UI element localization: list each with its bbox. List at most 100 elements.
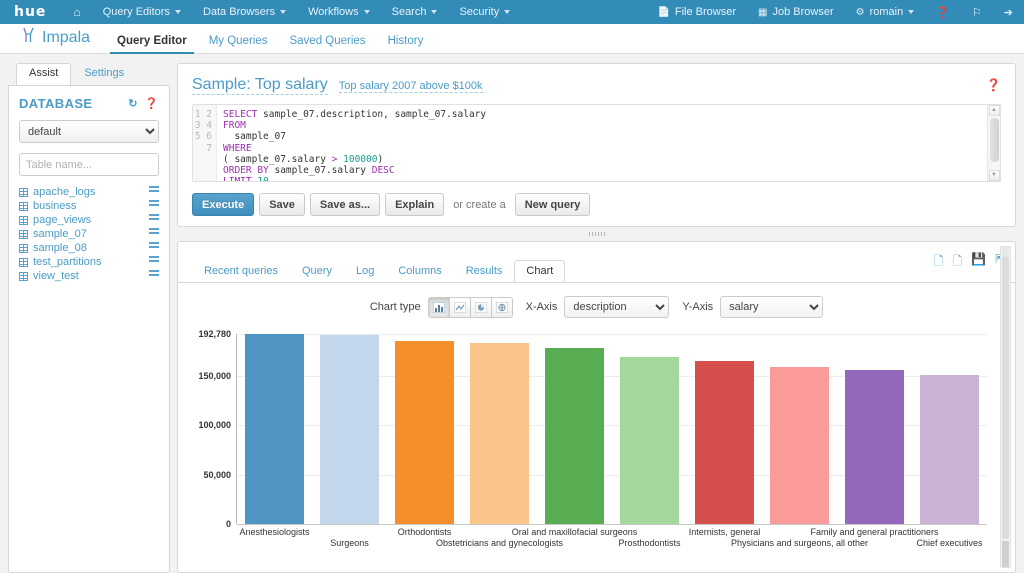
- x-axis-tick-label: Chief executives: [916, 538, 983, 548]
- map-chart-icon[interactable]: [490, 296, 513, 318]
- scroll-up-arrow[interactable]: ▲: [988, 105, 1000, 116]
- table-list: apache_logs business page_views sample_07 sa…: [19, 185, 159, 283]
- table-list-item[interactable]: page_views: [19, 213, 159, 227]
- chart-bar-group: Oral and maxillofacial surgeons: [512, 334, 637, 537]
- chart-bar-group: Internists, general: [687, 334, 762, 537]
- chart-bar[interactable]: [770, 367, 829, 524]
- chart-bar[interactable]: [845, 370, 904, 524]
- chart-bar[interactable]: [245, 334, 304, 524]
- table-filter-input[interactable]: [19, 153, 159, 176]
- y-axis-tick-label: 150,000: [198, 371, 231, 382]
- table-list-item[interactable]: sample_08: [19, 241, 159, 255]
- nav-user-menu[interactable]: ⚙ romain: [845, 0, 926, 24]
- table-list-item[interactable]: apache_logs: [19, 185, 159, 199]
- results-tab-columns[interactable]: Columns: [386, 260, 453, 283]
- nav-file-browser[interactable]: 📄 File Browser: [646, 0, 747, 24]
- tab-label: My Queries: [208, 35, 268, 47]
- save-button[interactable]: Save: [259, 193, 305, 216]
- sidebar-tab-assist[interactable]: Assist: [16, 63, 72, 85]
- query-editor-panel: Sample: Top salary Top salary 2007 above…: [177, 63, 1016, 227]
- chart-bar[interactable]: [545, 348, 604, 524]
- top-navbar: hue ⌂ Query Editors Data Browsers Workfl…: [0, 0, 1024, 24]
- new-query-button[interactable]: New query: [514, 193, 591, 216]
- chart-scrollbar[interactable]: [1000, 246, 1011, 568]
- chart-bar[interactable]: [320, 335, 379, 524]
- table-name: view_test: [33, 270, 79, 282]
- tab-history[interactable]: History: [377, 35, 435, 53]
- query-title[interactable]: Sample: Top salary: [192, 76, 328, 95]
- table-columns-icon[interactable]: [149, 200, 159, 212]
- tab-saved-queries[interactable]: Saved Queries: [278, 35, 376, 53]
- table-columns-icon[interactable]: [149, 214, 159, 226]
- chart-bar[interactable]: [920, 374, 979, 524]
- nav-flag-button[interactable]: ⚐: [961, 0, 993, 24]
- editor-scrollbar[interactable]: ▲ ▼: [987, 105, 1000, 181]
- nav-logout-button[interactable]: ➜: [993, 0, 1024, 24]
- chart-type-button-group: [427, 296, 513, 318]
- table-columns-icon[interactable]: [149, 242, 159, 254]
- table-list-item[interactable]: test_partitions: [19, 255, 159, 269]
- bar-chart-icon[interactable]: [427, 296, 450, 318]
- chart-bar[interactable]: [395, 341, 454, 524]
- execute-button[interactable]: Execute: [192, 193, 255, 216]
- sidebar-tab-settings[interactable]: Settings: [71, 63, 137, 85]
- table-columns-icon[interactable]: [149, 186, 159, 198]
- results-tab-recent-queries[interactable]: Recent queries: [192, 260, 290, 283]
- table-list-item[interactable]: view_test: [19, 269, 159, 283]
- refresh-icon[interactable]: ↻: [128, 97, 138, 110]
- pie-chart-icon[interactable]: [469, 296, 492, 318]
- scroll-down-arrow[interactable]: ▼: [988, 170, 1000, 181]
- results-tab-results[interactable]: Results: [454, 260, 515, 283]
- nav-help-button[interactable]: ❓: [925, 0, 961, 24]
- table-icon: [19, 229, 28, 239]
- tab-query-editor[interactable]: Query Editor: [106, 35, 198, 54]
- results-tab-chart[interactable]: Chart: [514, 260, 566, 284]
- nav-security[interactable]: Security: [448, 0, 521, 24]
- save-disk-icon[interactable]: 💾: [971, 252, 986, 273]
- nav-query-editors[interactable]: Query Editors: [92, 0, 192, 24]
- table-list-item[interactable]: business: [19, 199, 159, 213]
- download-file-icon[interactable]: 🗋: [952, 252, 962, 273]
- table-list-item[interactable]: sample_07: [19, 227, 159, 241]
- database-select[interactable]: default: [19, 120, 159, 143]
- tab-my-queries[interactable]: My Queries: [198, 35, 279, 53]
- save-as-button[interactable]: Save as...: [309, 193, 381, 216]
- tab-label: Settings: [84, 67, 125, 79]
- yaxis-select[interactable]: salarydescription: [720, 296, 824, 318]
- help-circle-icon[interactable]: ❓: [986, 78, 1001, 92]
- results-tabs: Recent queries Query Log Columns Results Char…: [192, 260, 566, 284]
- query-description[interactable]: Top salary 2007 above $100k: [338, 80, 483, 93]
- y-axis-tick-label: 0: [225, 519, 231, 529]
- gear-icon: ⚙: [855, 6, 865, 18]
- nav-workflows[interactable]: Workflows: [297, 0, 381, 24]
- sql-code-text[interactable]: SELECT sample_07.description, sample_07.…: [217, 105, 987, 181]
- nav-label: Search: [391, 6, 427, 18]
- nav-data-browsers[interactable]: Data Browsers: [192, 0, 297, 24]
- tab-label: Query Editor: [117, 35, 187, 47]
- table-columns-icon[interactable]: [149, 270, 159, 282]
- chart-bar[interactable]: [470, 343, 529, 524]
- chart-bar[interactable]: [695, 360, 754, 524]
- nav-label: romain: [869, 6, 904, 18]
- tab-label: Saved Queries: [289, 35, 366, 47]
- nav-job-browser[interactable]: ▦ Job Browser: [747, 0, 845, 24]
- assist-sidebar: Assist Settings DATABASE ↻ ❓ default apa…: [8, 63, 170, 573]
- table-columns-icon[interactable]: [149, 256, 159, 268]
- results-tab-query[interactable]: Query: [290, 260, 344, 283]
- hue-logo[interactable]: hue: [0, 0, 62, 24]
- scrollbar-thumb[interactable]: [989, 118, 999, 162]
- scrollbar-thumb[interactable]: [1002, 257, 1009, 539]
- explain-button[interactable]: Explain: [385, 193, 445, 216]
- table-columns-icon[interactable]: [149, 228, 159, 240]
- help-circle-icon[interactable]: ❓: [145, 97, 159, 110]
- tab-label: Assist: [29, 67, 59, 79]
- xaxis-select[interactable]: descriptionsalary: [564, 296, 670, 318]
- nav-search[interactable]: Search: [381, 0, 449, 24]
- home-button[interactable]: ⌂: [62, 0, 91, 24]
- download-file-icon[interactable]: 🗋: [934, 252, 944, 273]
- sql-code-editor[interactable]: 1 2 3 4 5 6 7 SELECT sample_07.descripti…: [192, 104, 1001, 182]
- panel-splitter[interactable]: [177, 227, 1016, 241]
- results-tab-log[interactable]: Log: [344, 260, 386, 283]
- line-chart-icon[interactable]: [448, 296, 471, 318]
- chart-bar[interactable]: [620, 356, 679, 524]
